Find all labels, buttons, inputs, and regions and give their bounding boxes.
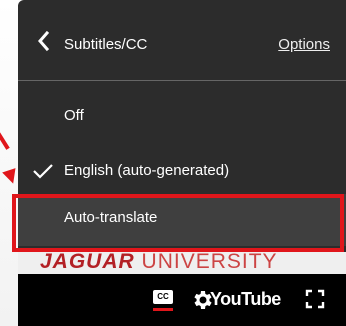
banner-text: JAGUAR UNIVERSITY [40,252,278,274]
fullscreen-button[interactable] [305,289,325,309]
youtube-logo[interactable]: YouTube [210,289,281,310]
cc-button[interactable]: CC [153,290,173,312]
menu-title: Subtitles/CC [64,36,148,53]
menu-item-auto-translate[interactable]: Auto-translate [18,194,346,246]
player-controls: CC YouTube [18,274,346,326]
options-link[interactable]: Options [278,36,330,53]
menu-header: Subtitles/CC Options [18,0,346,81]
cc-active-indicator [153,308,173,311]
checkmark-icon [32,163,54,179]
chevron-left-icon [38,30,50,52]
banner-right-text: UNIVERSITY [141,252,278,273]
video-banner: JAGUAR UNIVERSITY [18,252,346,274]
banner-left-text: JAGUAR [40,252,135,273]
menu-item-label: Auto-translate [64,209,158,226]
cc-icon: CC [153,290,173,304]
menu-item-english-auto-generated[interactable]: English (auto-generated) [18,147,346,195]
menu-item-off[interactable]: Off [18,92,346,140]
fullscreen-icon [305,289,325,309]
menu-item-label: English (auto-generated) [64,162,230,179]
back-button[interactable] [36,30,50,52]
subtitles-menu: Subtitles/CC Options Off English (auto-g… [18,0,346,260]
menu-item-label: Off [64,107,84,124]
